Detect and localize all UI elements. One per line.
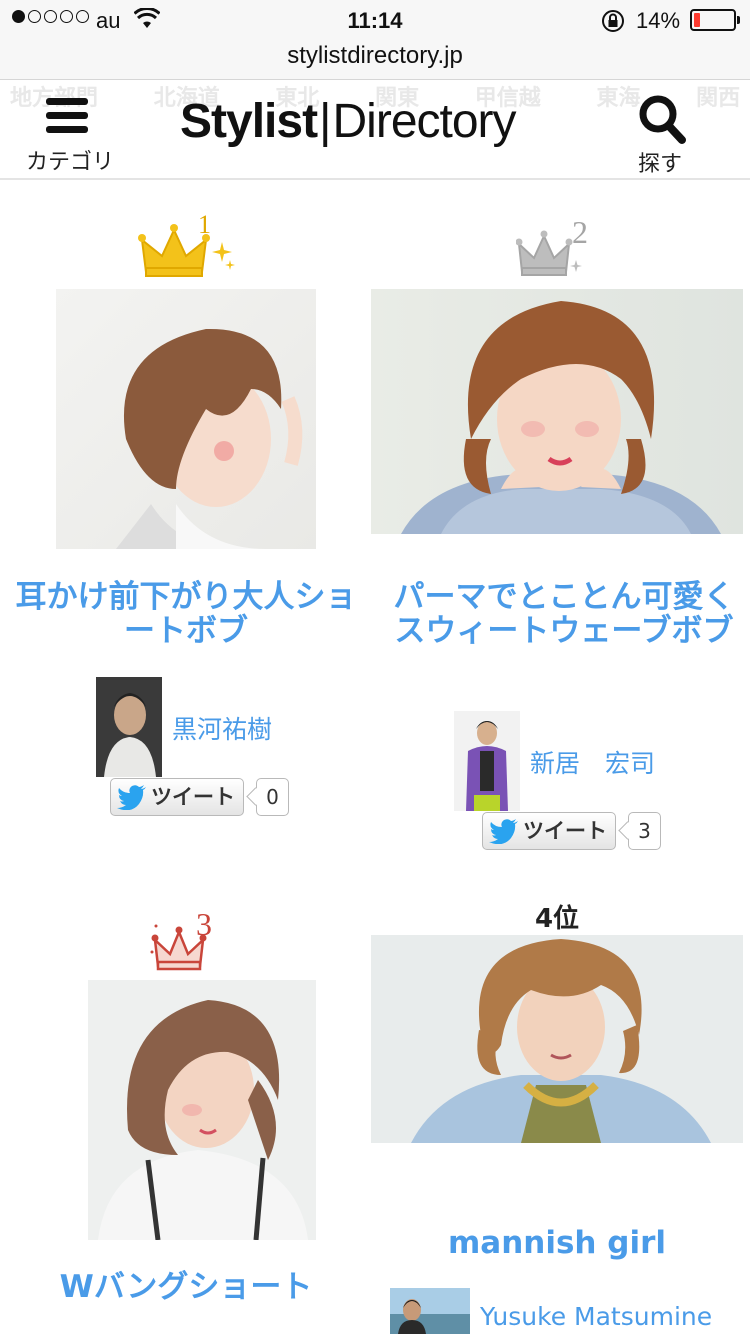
rotation-lock-icon [600, 8, 626, 40]
ranking-card-3: 3 Wバングショート [0, 900, 372, 1334]
hairstyle-photo[interactable] [371, 289, 743, 534]
logo-text-directory: Directory [332, 95, 517, 148]
tweet-button[interactable]: ツイート [110, 778, 244, 816]
search-icon [639, 95, 686, 144]
category-menu-button[interactable]: カテゴリ [20, 94, 120, 175]
search-button[interactable]: 探す [620, 90, 700, 177]
stylist-avatar[interactable] [454, 711, 520, 811]
logo-text-stylist: Stylist [180, 95, 318, 148]
category-menu-label: カテゴリ [25, 150, 114, 175]
status-bar: au 11:14 14% [0, 0, 750, 40]
hairstyle-title-link[interactable]: パーマでとことん可愛く スウィートウェーブボブ [386, 580, 750, 648]
tweet-count-badge: 0 [256, 778, 289, 816]
hairstyle-photo[interactable] [56, 289, 316, 549]
hairstyle-title-link[interactable]: Wバングショート [8, 1270, 364, 1304]
search-label: 探す [637, 152, 682, 177]
rank-label: 4位 [534, 904, 580, 934]
hairstyle-title-link[interactable]: mannish girl [372, 1226, 742, 1260]
hamburger-icon [46, 98, 88, 140]
ranking-card-2: 2 パーマでとことん可愛く スウィートウェーブボブ 新居 宏司 ツイート 3 [371, 182, 750, 862]
hairstyle-photo[interactable] [371, 935, 743, 1143]
stylist-name-link[interactable]: Yusuke Matsumine [480, 1302, 712, 1331]
hairstyle-title-link[interactable]: 耳かけ前下がり大人ショートボブ [8, 580, 364, 648]
logo-separator: | [319, 95, 332, 148]
site-logo[interactable]: Stylist|Directory [180, 94, 580, 158]
url-text: stylistdirectory.jp [287, 42, 463, 69]
hairstyle-photo[interactable] [88, 980, 316, 1240]
stylist-name-link[interactable]: 黒河祐樹 [172, 710, 272, 746]
ranking-card-1: 1 耳かけ前下がり大人ショートボブ 黒河祐樹 ツイート 0 [0, 182, 372, 862]
tweet-label: ツイート [523, 819, 607, 843]
twitter-bird-icon [117, 785, 146, 810]
rank-number: 1 [198, 210, 211, 239]
tweet-label: ツイート [151, 785, 235, 809]
address-bar[interactable]: stylistdirectory.jp [0, 40, 750, 80]
rank-number: 2 [572, 214, 588, 250]
ghost-nav-item: 関西 [696, 86, 741, 111]
twitter-bird-icon [489, 819, 518, 844]
stylist-name-link[interactable]: 新居 宏司 [530, 744, 655, 780]
stylist-avatar[interactable] [390, 1288, 470, 1334]
site-header: 地方部門 北海道 東北 関東 甲信越 東海 関西 中国 カテゴリ Stylist… [0, 80, 750, 180]
tweet-button[interactable]: ツイート [482, 812, 616, 850]
stylist-avatar[interactable] [96, 677, 162, 777]
silver-crown-icon: 2 [515, 214, 600, 282]
tweet-count-badge: 3 [628, 812, 661, 850]
gold-crown-icon: 1 [136, 210, 238, 282]
battery-icon [690, 9, 740, 31]
battery-percent: 14% [636, 8, 681, 33]
bronze-crown-icon: 3 [150, 906, 226, 974]
ranking-card-4: 4位 mannish girl Yusuke Matsumine [371, 900, 750, 1334]
rank-number: 3 [196, 906, 212, 942]
